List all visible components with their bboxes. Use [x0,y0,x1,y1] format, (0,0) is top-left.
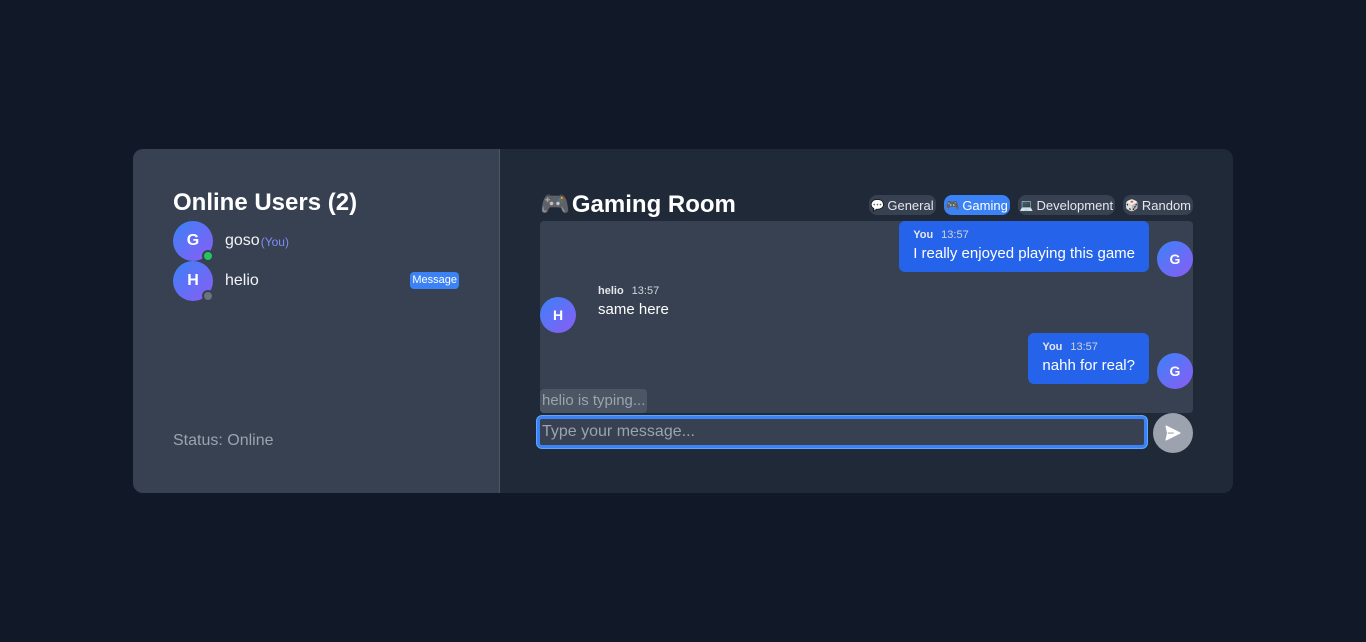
laptop-icon: 💻 [1019,199,1034,212]
tab-gaming[interactable]: 🎮 Gaming [943,195,1010,215]
tab-development[interactable]: 💻 Development [1017,195,1116,215]
tab-label: General [887,197,934,213]
user-item-goso[interactable]: G goso(You) [173,221,459,262]
tab-label: Gaming [962,197,1008,213]
speech-bubble-icon: 💬 [870,199,885,212]
message-sender: helio [598,285,624,297]
chat-panel: 🎮 Gaming Room 💬 General 🎮 Gaming 💻 Developm… [500,149,1233,493]
message-list[interactable]: You 13:57 I really enjoyed playing this … [540,221,1193,413]
user-name: goso(You) [225,232,289,250]
message-time: 13:57 [941,229,969,241]
room-tabs: 💬 General 🎮 Gaming 💻 Development 🎲 Random [868,195,1193,215]
tab-label: Development [1036,197,1114,213]
tab-general[interactable]: 💬 General [868,195,936,215]
message-meta: You 13:57 [913,229,1135,241]
avatar: H [540,297,576,333]
avatar-initial: G [1169,363,1181,379]
message-meta: You 13:57 [1042,341,1135,353]
dice-icon: 🎲 [1125,199,1139,212]
avatar-initial: H [187,272,199,289]
avatar-initial: G [186,232,200,249]
connection-status: Status: Online [173,432,274,449]
tab-label: Random [1141,197,1191,213]
user-name-text: goso [225,232,260,249]
send-button[interactable] [1153,413,1193,453]
user-name: helio [225,272,259,289]
chat-card: Online Users (2) G goso(You) H helio Mes… [133,149,1233,493]
message-text: same here [598,301,669,318]
you-tag: (You) [260,235,289,249]
gamepad-icon: 🎮 [945,199,960,212]
message-mine: You 13:57 I really enjoyed playing this … [899,221,1193,277]
message-text: I really enjoyed playing this game [913,245,1135,262]
message-sender: You [913,229,934,241]
message-time: 13:57 [631,285,660,297]
room-title-text: Gaming Room [571,190,736,218]
avatar: H [173,261,214,302]
offline-status-dot [202,290,214,302]
message-other: H helio 13:57 same here [540,283,669,333]
message-bubble: You 13:57 nahh for real? [1028,333,1149,384]
online-users-title: Online Users (2) [173,189,358,216]
message-input[interactable] [537,416,1147,448]
avatar: G [1157,353,1193,389]
avatar: G [1157,241,1193,277]
message-bubble: helio 13:57 same here [598,283,669,318]
tab-random[interactable]: 🎲 Random [1123,195,1193,215]
message-user-button[interactable]: Message [410,272,459,289]
message-text: nahh for real? [1042,357,1135,374]
gamepad-icon: 🎮 [540,191,570,218]
room-title: 🎮 Gaming Room [540,190,736,219]
online-users-panel: Online Users (2) G goso(You) H helio Mes… [133,149,500,493]
message-meta: helio 13:57 [598,285,669,297]
avatar: G [173,221,214,262]
message-mine: You 13:57 nahh for real? G [1028,333,1193,389]
message-time: 13:57 [1070,341,1098,353]
user-item-helio[interactable]: H helio Message [173,261,459,302]
message-sender: You [1042,341,1063,353]
typing-indicator: helio is typing... [540,389,648,413]
message-bubble: You 13:57 I really enjoyed playing this … [899,221,1149,272]
send-icon [1165,425,1181,441]
avatar-initial: G [1169,251,1181,267]
avatar-initial: H [552,307,564,323]
